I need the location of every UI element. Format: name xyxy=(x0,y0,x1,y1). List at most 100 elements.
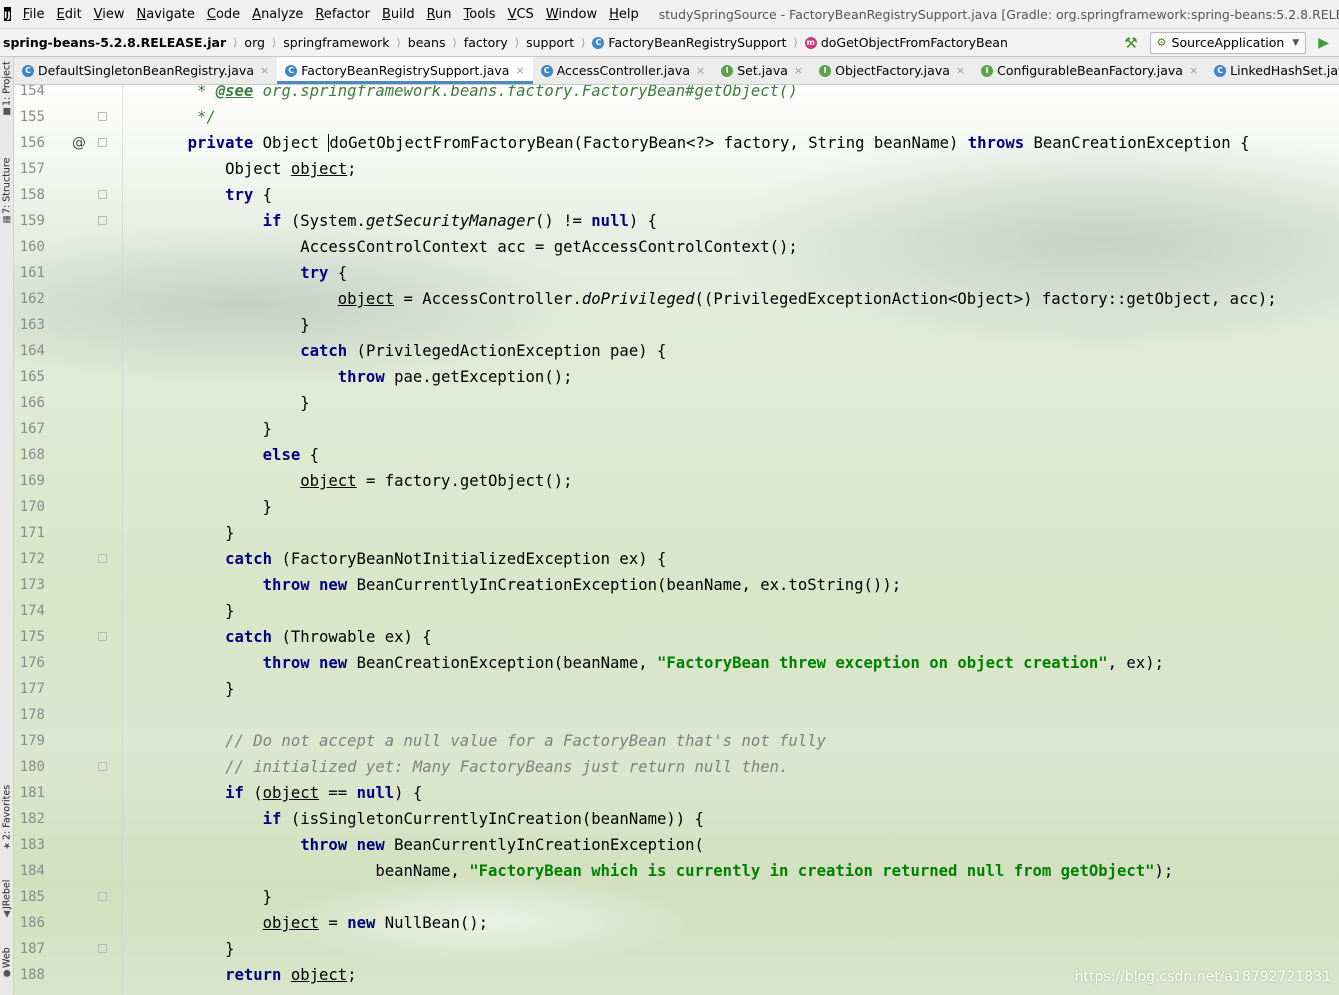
close-icon[interactable]: × xyxy=(956,64,965,77)
code-text[interactable]: } xyxy=(150,936,234,962)
tab-linkedhashset[interactable]: CLinkedHashSet.java× xyxy=(1206,57,1339,84)
code-text[interactable]: if (object == null) { xyxy=(150,780,422,806)
breadcrumb-item[interactable]: support xyxy=(523,35,577,50)
menu-window[interactable]: Window xyxy=(540,7,603,22)
line-number[interactable]: 169 xyxy=(14,468,45,494)
menu-analyze[interactable]: Analyze xyxy=(246,7,309,22)
build-hammer-icon[interactable]: ⚒ xyxy=(1124,34,1137,52)
code-text[interactable]: private Object doGetObjectFromFactoryBea… xyxy=(150,130,1249,156)
code-text[interactable]: Object object; xyxy=(150,156,356,182)
line-number[interactable]: 160 xyxy=(14,234,45,260)
line-number[interactable]: 166 xyxy=(14,390,45,416)
breadcrumb-item[interactable]: factory xyxy=(461,35,511,50)
code-text[interactable]: catch (FactoryBeanNotInitializedExceptio… xyxy=(150,546,666,572)
line-number[interactable]: 175 xyxy=(14,624,45,650)
line-number[interactable]: 162 xyxy=(14,286,45,312)
tool-window-project[interactable]: ■ 1: Project xyxy=(0,61,13,117)
line-number[interactable]: 179 xyxy=(14,728,45,754)
fold-toggle-icon[interactable] xyxy=(98,112,107,121)
line-number[interactable]: 167 xyxy=(14,416,45,442)
line-number[interactable]: 159 xyxy=(14,208,45,234)
close-icon[interactable]: × xyxy=(794,64,803,77)
line-number[interactable]: 183 xyxy=(14,832,45,858)
code-text[interactable]: if (isSingletonCurrentlyInCreation(beanN… xyxy=(150,806,704,832)
tab-factorybeanregistrysupport[interactable]: C FactoryBeanRegistrySupport.java × xyxy=(277,57,534,84)
code-text[interactable]: } xyxy=(150,676,234,702)
close-icon[interactable]: × xyxy=(260,64,269,77)
code-text[interactable]: // Do not accept a null value for a Fact… xyxy=(150,728,826,754)
line-number[interactable]: 171 xyxy=(14,520,45,546)
menu-refactor[interactable]: Refactor xyxy=(309,7,376,22)
line-number[interactable]: 177 xyxy=(14,676,45,702)
breadcrumb-item[interactable]: beans xyxy=(405,35,449,50)
line-number[interactable]: 158 xyxy=(14,182,45,208)
code-text[interactable]: throw new BeanCreationException(beanName… xyxy=(150,650,1164,676)
line-number[interactable]: 178 xyxy=(14,702,45,728)
menu-edit[interactable]: Edit xyxy=(50,7,87,22)
tool-window-web[interactable]: ● Web xyxy=(0,937,13,989)
code-text[interactable]: throw new BeanCurrentlyInCreationExcepti… xyxy=(150,572,901,598)
code-text[interactable]: try { xyxy=(150,260,347,286)
line-number[interactable]: 157 xyxy=(14,156,45,182)
code-text[interactable]: */ xyxy=(150,104,216,130)
fold-toggle-icon[interactable] xyxy=(98,762,107,771)
line-number[interactable]: 163 xyxy=(14,312,45,338)
line-number[interactable]: 185 xyxy=(14,884,45,910)
run-icon[interactable]: ▶ xyxy=(1318,35,1329,51)
menu-file[interactable]: File xyxy=(17,7,51,22)
tab-defaultsingletonbeanregistry[interactable]: C DefaultSingletonBeanRegistry.java × xyxy=(14,57,277,84)
tab-accesscontroller[interactable]: C AccessController.java × xyxy=(533,57,714,84)
line-number[interactable]: 165 xyxy=(14,364,45,390)
line-number[interactable]: 176 xyxy=(14,650,45,676)
override-marker-icon[interactable]: @ xyxy=(72,130,86,156)
code-text[interactable]: } xyxy=(150,416,272,442)
line-number[interactable]: 182 xyxy=(14,806,45,832)
line-number[interactable]: 174 xyxy=(14,598,45,624)
fold-toggle-icon[interactable] xyxy=(98,632,107,641)
tab-objectfactory[interactable]: I ObjectFactory.java × xyxy=(811,57,973,84)
code-text[interactable]: else { xyxy=(150,442,319,468)
code-text[interactable]: } xyxy=(150,884,272,910)
menu-navigate[interactable]: Navigate xyxy=(131,7,201,22)
close-icon[interactable]: × xyxy=(1189,64,1198,77)
fold-toggle-icon[interactable] xyxy=(98,944,107,953)
menu-run[interactable]: Run xyxy=(421,7,458,22)
code-text[interactable]: if (System.getSecurityManager() != null)… xyxy=(150,208,657,234)
code-text[interactable]: throw pae.getException(); xyxy=(150,364,573,390)
line-number[interactable]: 170 xyxy=(14,494,45,520)
close-icon[interactable]: × xyxy=(696,64,705,77)
menu-view[interactable]: View xyxy=(88,7,131,22)
code-text[interactable]: } xyxy=(150,520,234,546)
code-text[interactable]: object = new NullBean(); xyxy=(150,910,488,936)
line-number[interactable]: 188 xyxy=(14,962,45,988)
code-text[interactable]: return object; xyxy=(150,962,356,988)
code-text[interactable]: // initialized yet: Many FactoryBeans ju… xyxy=(150,754,788,780)
line-number[interactable]: 156 xyxy=(14,130,45,156)
tab-configurablebeanfactory[interactable]: I ConfigurableBeanFactory.java × xyxy=(973,57,1206,84)
code-text[interactable]: catch (PrivilegedActionException pae) { xyxy=(150,338,666,364)
line-number[interactable]: 154 xyxy=(14,85,45,104)
line-number[interactable]: 186 xyxy=(14,910,45,936)
fold-toggle-icon[interactable] xyxy=(98,138,107,147)
breadcrumb-item[interactable]: C FactoryBeanRegistrySupport xyxy=(589,35,789,50)
tool-window-jrebel[interactable]: ▲ JRebel xyxy=(0,869,13,929)
tool-window-structure[interactable]: ▦ 7: Structure xyxy=(0,149,13,233)
menu-tools[interactable]: Tools xyxy=(458,7,502,22)
code-text[interactable]: catch (Throwable ex) { xyxy=(150,624,432,650)
menu-vcs[interactable]: VCS xyxy=(502,7,540,22)
line-number[interactable]: 184 xyxy=(14,858,45,884)
code-text[interactable]: throw new BeanCurrentlyInCreationExcepti… xyxy=(150,832,704,858)
menu-code[interactable]: Code xyxy=(201,7,246,22)
line-number[interactable]: 155 xyxy=(14,104,45,130)
code-text[interactable]: } xyxy=(150,390,309,416)
close-icon[interactable]: × xyxy=(515,64,524,77)
code-text[interactable]: object = factory.getObject(); xyxy=(150,468,572,494)
line-number[interactable]: 173 xyxy=(14,572,45,598)
breadcrumb-item[interactable]: m doGetObjectFromFactoryBean xyxy=(802,35,1011,50)
code-text[interactable]: } xyxy=(150,598,234,624)
code-text[interactable]: } xyxy=(150,494,272,520)
breadcrumb-item[interactable]: springframework xyxy=(280,35,392,50)
line-number[interactable]: 161 xyxy=(14,260,45,286)
code-text[interactable]: try { xyxy=(150,182,272,208)
breadcrumb-jar[interactable]: spring-beans-5.2.8.RELEASE.jar xyxy=(0,35,229,50)
